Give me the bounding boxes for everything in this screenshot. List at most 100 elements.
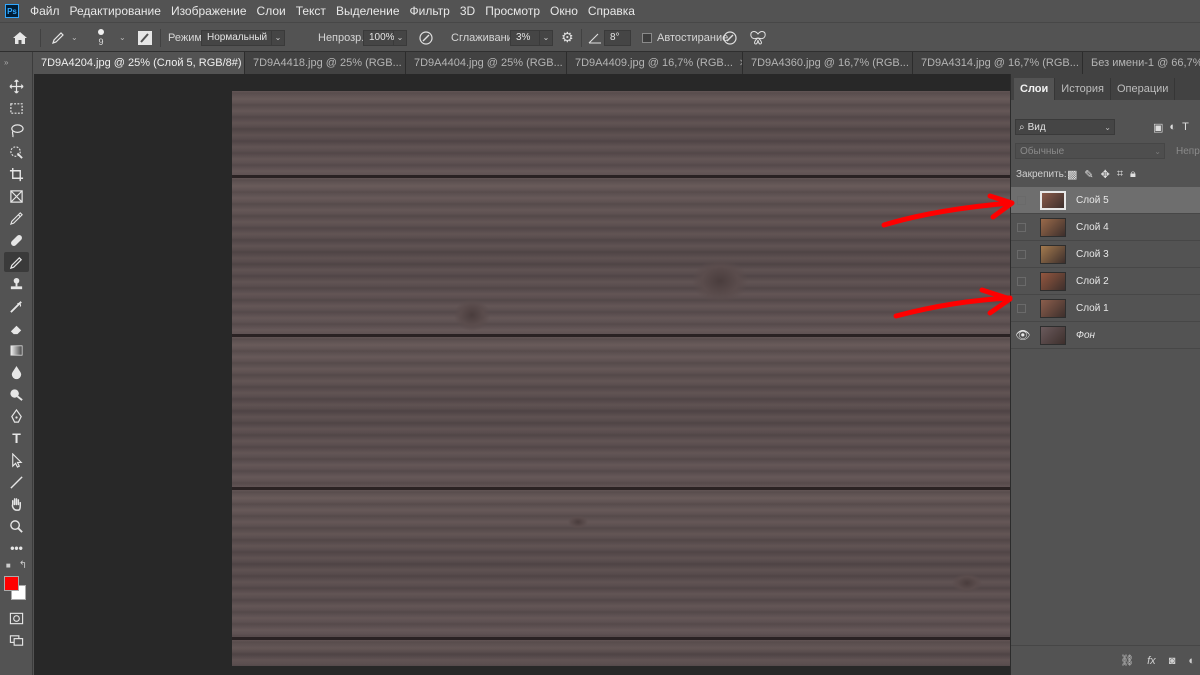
layer-name: Слой 4 (1076, 221, 1109, 233)
pencil-tool[interactable] (4, 252, 29, 272)
quick-selection-icon (10, 145, 23, 159)
layer-row[interactable]: Слой 4 (1011, 214, 1200, 241)
eye-icon[interactable]: 👁︎ (1015, 328, 1030, 342)
history-brush-tool[interactable] (4, 296, 29, 316)
layer-filter-select[interactable]: ⌕ Вид ⌄ (1015, 119, 1115, 135)
gradient-tool[interactable] (4, 340, 29, 360)
angle-value: 8° (604, 29, 631, 46)
visibility-toggle[interactable] (1017, 195, 1026, 205)
tool-preset-picker[interactable]: ⌄ (50, 23, 78, 52)
swap-colors-icon[interactable]: ↰ (19, 560, 27, 571)
blend-mode-select[interactable]: Обычные ⌄ (1015, 143, 1165, 159)
lock-transparency-icon[interactable]: ▩ (1067, 168, 1077, 181)
document-tab[interactable]: 7D9A4360.jpg @ 16,7% (RGB... ✕ (743, 52, 913, 74)
move-tool[interactable] (4, 76, 29, 96)
default-colors-icon[interactable]: ■ (6, 561, 11, 570)
tab-actions[interactable]: Операции (1111, 78, 1176, 100)
document-tab[interactable]: Без имени-1 @ 66,7% (С... (1083, 52, 1200, 74)
lock-all-icon[interactable]: 🔒︎ (1130, 168, 1136, 181)
opacity-field[interactable]: 100% ⌄ (363, 23, 407, 52)
chevron-down-icon[interactable]: ⌄ (119, 33, 126, 42)
adjustment-filter-icon[interactable]: ◐ (1169, 121, 1176, 134)
document-tab[interactable]: 7D9A4314.jpg @ 16,7% (RGB... ✕ (913, 52, 1083, 74)
visibility-toggle[interactable] (1017, 249, 1026, 259)
clone-stamp-tool[interactable] (4, 274, 29, 294)
tab-history[interactable]: История (1055, 78, 1111, 100)
brush-size-picker[interactable]: 9 (98, 23, 104, 52)
layer-row[interactable]: Слой 3 (1011, 241, 1200, 268)
eraser-tool[interactable] (4, 318, 29, 338)
image-filter-icon[interactable]: ▣ (1153, 121, 1163, 134)
autoerase-checkbox[interactable]: Автостирание (642, 23, 728, 52)
type-filter-icon[interactable]: T (1182, 121, 1189, 134)
lasso-tool[interactable] (4, 120, 29, 140)
mask-icon[interactable]: ◙ (1169, 655, 1176, 667)
angle-field[interactable]: 8° (604, 23, 631, 52)
wood-texture-canvas[interactable] (232, 91, 1010, 666)
document-tab[interactable]: 7D9A4404.jpg @ 25% (RGB... ✕ (406, 52, 567, 74)
marquee-tool[interactable] (4, 98, 29, 118)
menu-view[interactable]: Просмотр (480, 0, 545, 22)
smoothing-options-button[interactable]: ⚙ (561, 23, 574, 52)
visibility-toggle[interactable] (1017, 276, 1026, 286)
wood-plank (232, 337, 1010, 487)
menu-file[interactable]: Файл (25, 0, 65, 22)
more-tools[interactable]: ••• (4, 538, 29, 558)
eyedropper-icon (9, 211, 23, 225)
tab-layers[interactable]: Слои (1014, 78, 1056, 100)
menu-layers[interactable]: Слои (252, 0, 291, 22)
menu-filter[interactable]: Фильтр (405, 0, 455, 22)
type-tool[interactable]: T (4, 428, 29, 448)
collapse-icon[interactable]: » (4, 58, 8, 67)
layer-row[interactable]: Слой 2 (1011, 268, 1200, 295)
document-tab[interactable]: 7D9A4418.jpg @ 25% (RGB... ✕ (245, 52, 406, 74)
path-selection-tool[interactable] (4, 450, 29, 470)
smoothing-field[interactable]: 3% ⌄ (510, 23, 553, 52)
visibility-toggle[interactable] (1017, 303, 1026, 313)
menu-type[interactable]: Текст (291, 0, 331, 22)
crop-tool[interactable] (4, 164, 29, 184)
pen-tool[interactable] (4, 406, 29, 426)
menu-select[interactable]: Выделение (331, 0, 405, 22)
document-tab[interactable]: 7D9A4204.jpg @ 25% (Слой 5, RGB/8#) * ✕ (33, 52, 245, 74)
adjustment-icon[interactable]: ◐ (1188, 655, 1195, 667)
frame-tool[interactable] (4, 186, 29, 206)
hand-tool[interactable] (4, 494, 29, 514)
dodge-tool[interactable] (4, 384, 29, 404)
link-icon[interactable]: ⛓︎ (1120, 654, 1134, 667)
document-tab[interactable]: 7D9A4409.jpg @ 16,7% (RGB... ✕ (567, 52, 743, 74)
symmetry-button[interactable] (749, 23, 767, 52)
brush-settings-toggle[interactable] (137, 23, 153, 52)
healing-brush-tool[interactable] (4, 230, 29, 250)
lock-pixels-icon[interactable]: ✎ (1084, 168, 1093, 181)
opacity-value: 100% (363, 29, 395, 46)
photoshop-logo: Ps (5, 4, 19, 18)
lock-position-icon[interactable]: ✥ (1101, 168, 1110, 181)
pressure-size-button[interactable] (722, 23, 738, 52)
layer-row[interactable]: Слой 5 (1011, 187, 1200, 214)
wood-knot (568, 515, 588, 529)
eyedropper-tool[interactable] (4, 208, 29, 228)
layer-row[interactable]: Слой 1 (1011, 295, 1200, 322)
menu-image[interactable]: Изображение (166, 0, 252, 22)
home-button[interactable] (12, 23, 28, 52)
menu-3d[interactable]: 3D (455, 0, 480, 22)
zoom-tool[interactable] (4, 516, 29, 536)
layer-row[interactable]: 👁︎ Фон (1011, 322, 1200, 349)
menu-window[interactable]: Окно (545, 0, 583, 22)
blur-tool[interactable] (4, 362, 29, 382)
foreground-color-swatch[interactable] (4, 576, 19, 591)
pressure-opacity-button[interactable] (418, 23, 434, 52)
screen-mode-button[interactable] (4, 630, 29, 650)
layer-name: Слой 3 (1076, 248, 1109, 260)
line-tool[interactable] (4, 472, 29, 492)
quick-mask-button[interactable] (4, 608, 29, 628)
hand-icon (11, 497, 21, 511)
menu-edit[interactable]: Редактирование (65, 0, 166, 22)
mode-select[interactable]: Нормальный ⌄ (201, 23, 285, 52)
fx-icon[interactable]: fx (1147, 655, 1156, 667)
artboard-lock-icon[interactable]: ⌗ (1117, 168, 1123, 181)
visibility-toggle[interactable] (1017, 222, 1026, 232)
menu-help[interactable]: Справка (583, 0, 640, 22)
quick-selection-tool[interactable] (4, 142, 29, 162)
